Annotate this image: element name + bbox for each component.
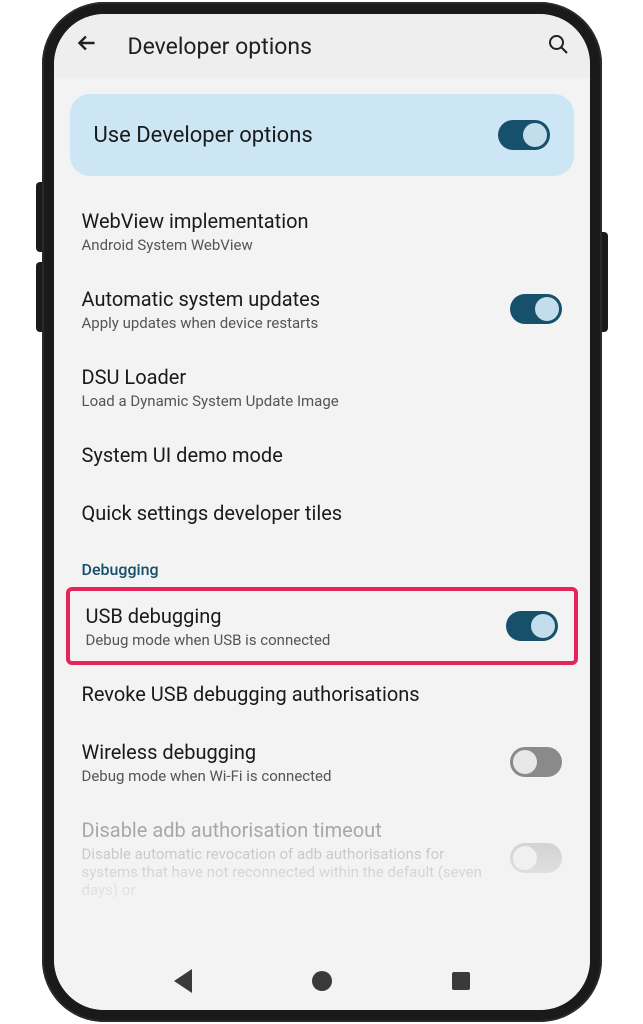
screen: Developer options Use Developer options … [54, 14, 590, 1010]
setting-subtitle: Disable automatic revocation of adb auth… [82, 845, 494, 899]
setting-title: USB debugging [86, 603, 490, 629]
banner-title: Use Developer options [94, 123, 313, 148]
usb-debugging-toggle[interactable] [506, 611, 558, 641]
setting-title: WebView implementation [82, 208, 562, 234]
content-area: Use Developer options WebView implementa… [54, 78, 590, 952]
developer-options-banner[interactable]: Use Developer options [70, 94, 574, 176]
setting-automatic-system-updates[interactable]: Automatic system updates Apply updates w… [70, 270, 574, 348]
setting-title: Automatic system updates [82, 286, 494, 312]
setting-usb-debugging[interactable]: USB debugging Debug mode when USB is con… [66, 587, 578, 665]
setting-subtitle: Apply updates when device restarts [82, 314, 494, 332]
setting-dsu-loader[interactable]: DSU Loader Load a Dynamic System Update … [70, 348, 574, 426]
setting-webview-implementation[interactable]: WebView implementation Android System We… [70, 192, 574, 270]
setting-title: Revoke USB debugging authorisations [82, 681, 562, 707]
setting-revoke-usb-auth[interactable]: Revoke USB debugging authorisations [70, 665, 574, 723]
nav-recent-icon[interactable] [452, 972, 470, 990]
setting-wireless-debugging[interactable]: Wireless debugging Debug mode when Wi-Fi… [70, 723, 574, 801]
phone-power-button [602, 232, 608, 332]
wireless-debugging-toggle[interactable] [510, 747, 562, 777]
setting-subtitle: Android System WebView [82, 236, 562, 254]
developer-options-toggle[interactable] [498, 120, 550, 150]
setting-quick-settings-tiles[interactable]: Quick settings developer tiles [70, 484, 574, 542]
nav-home-icon[interactable] [312, 971, 332, 991]
app-bar: Developer options [54, 14, 590, 78]
setting-title: Quick settings developer tiles [82, 500, 562, 526]
setting-disable-adb-timeout[interactable]: Disable adb authorisation timeout Disabl… [70, 801, 574, 915]
phone-volume-down [36, 262, 42, 332]
setting-subtitle: Debug mode when Wi-Fi is connected [82, 767, 494, 785]
disable-adb-timeout-toggle[interactable] [510, 843, 562, 873]
setting-title: Wireless debugging [82, 739, 494, 765]
nav-back-icon[interactable] [174, 969, 192, 993]
setting-title: System UI demo mode [82, 442, 562, 468]
setting-title: DSU Loader [82, 364, 562, 390]
setting-system-ui-demo-mode[interactable]: System UI demo mode [70, 426, 574, 484]
section-header-debugging: Debugging [70, 542, 574, 587]
setting-title: Disable adb authorisation timeout [82, 817, 494, 843]
phone-frame: Developer options Use Developer options … [42, 2, 602, 1022]
page-title: Developer options [128, 33, 518, 60]
back-arrow-icon[interactable] [74, 30, 100, 63]
system-nav-bar [54, 952, 590, 1010]
phone-volume-up [36, 182, 42, 252]
setting-subtitle: Load a Dynamic System Update Image [82, 392, 562, 410]
setting-subtitle: Debug mode when USB is connected [86, 631, 490, 649]
search-icon[interactable] [546, 32, 570, 60]
automatic-updates-toggle[interactable] [510, 294, 562, 324]
